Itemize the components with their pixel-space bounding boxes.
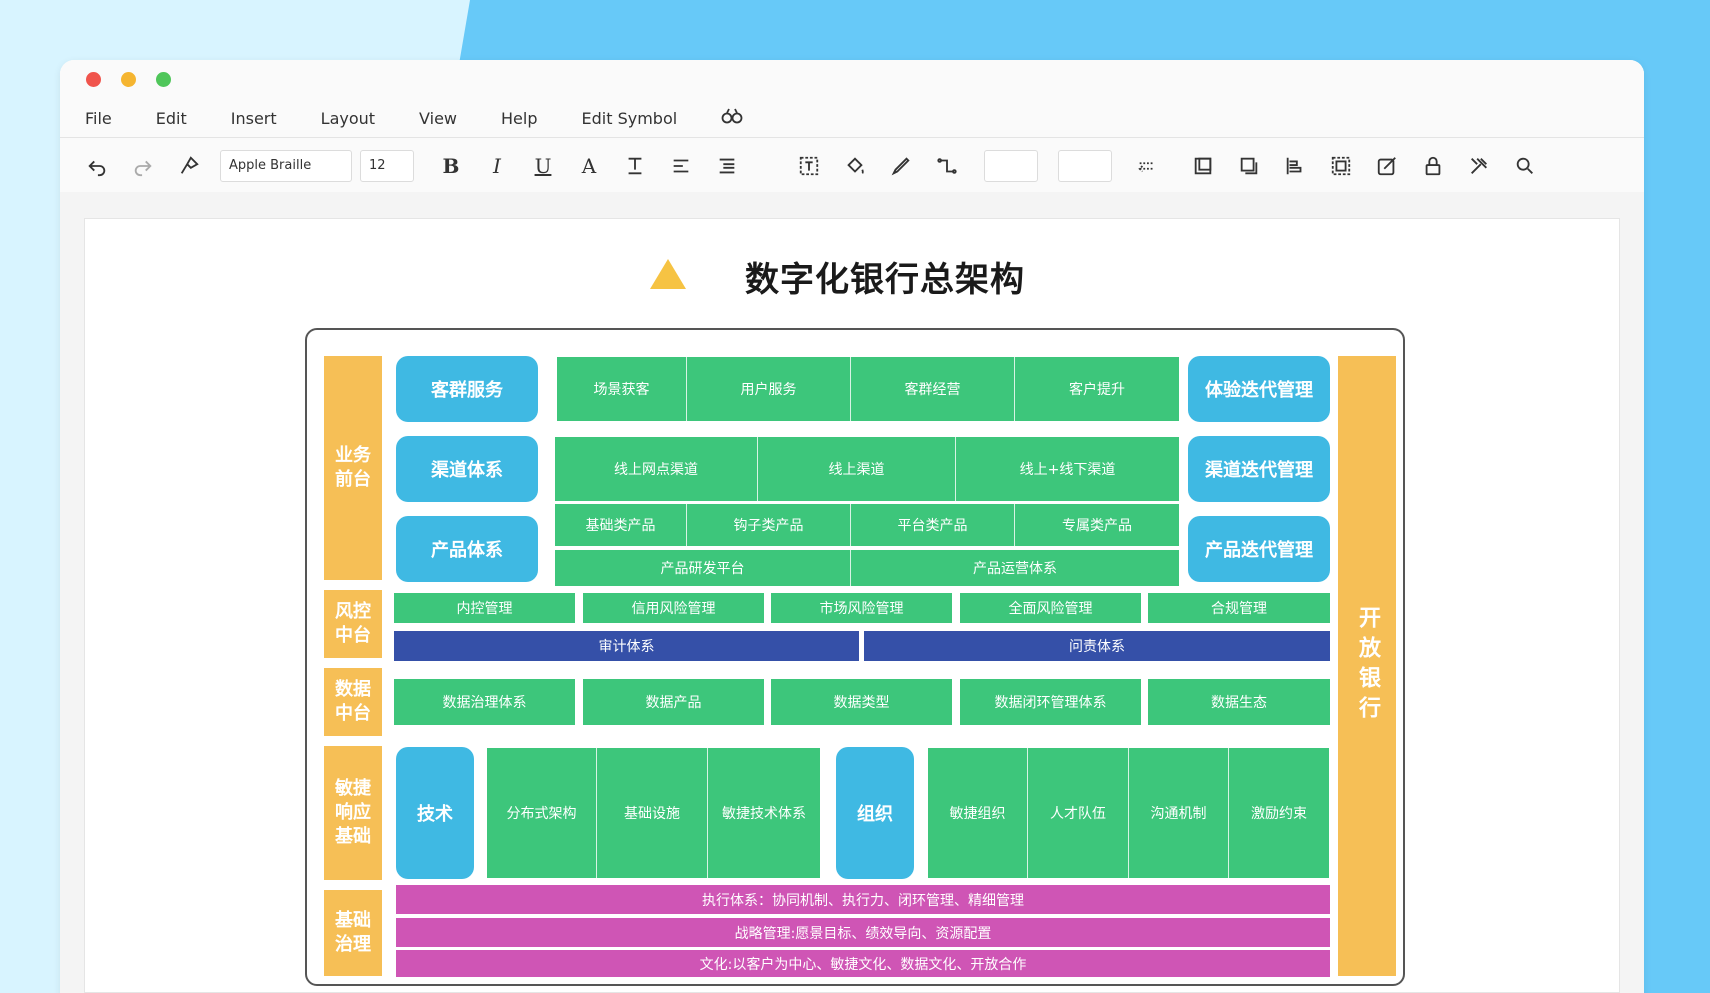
text-box-icon[interactable] [794, 151, 824, 181]
cell-data-2: 数据产品 [583, 679, 764, 725]
cell-data-5: 数据生态 [1148, 679, 1330, 725]
layer-data-label: 数据 中台 [324, 668, 382, 736]
gov-strategy: 战略管理:愿景目标、绩效导向、资源配置 [396, 918, 1330, 947]
cell-risk-1: 内控管理 [394, 593, 575, 623]
layer-risk-label: 风控 中台 [324, 590, 382, 658]
edit-shape-icon[interactable] [1372, 151, 1402, 181]
font-size-input[interactable]: 12 [360, 149, 414, 182]
cell-org-4: 激励约束 [1229, 748, 1329, 878]
binoculars-icon[interactable] [721, 107, 743, 130]
line-width-input[interactable] [984, 149, 1038, 182]
cell-data-4: 数据闭环管理体系 [960, 679, 1141, 725]
line-spacing-icon[interactable] [712, 151, 742, 181]
align-left-icon[interactable] [1280, 151, 1310, 181]
underline-icon[interactable]: U [528, 151, 558, 181]
pen-icon[interactable] [886, 151, 916, 181]
cell-tech-2: 基础设施 [597, 748, 708, 878]
text-style-icon[interactable] [620, 151, 650, 181]
menu-insert[interactable]: Insert [231, 109, 277, 128]
cap-customer-service: 客群服务 [396, 356, 538, 422]
cell-accountability: 问责体系 [864, 631, 1330, 661]
cell-tech-1: 分布式架构 [487, 748, 597, 878]
cap-org: 组织 [836, 747, 914, 879]
cell-front-r3-2: 钩子类产品 [687, 504, 851, 546]
open-bank-label: 开放银行 [1338, 356, 1396, 976]
align-icon[interactable] [666, 151, 696, 181]
menu-bar: File Edit Insert Layout View Help Edit S… [60, 100, 1644, 138]
gov-culture: 文化:以客户为中心、敏捷文化、数据文化、开放合作 [396, 950, 1330, 977]
cell-front-r4-1: 产品研发平台 [555, 550, 851, 586]
triangle-icon [650, 259, 686, 289]
font-family-select[interactable]: Apple Braille [220, 149, 352, 182]
cell-risk-5: 合规管理 [1148, 593, 1330, 623]
fill-icon[interactable] [840, 151, 870, 181]
cap-channel-iteration: 渠道迭代管理 [1188, 436, 1330, 502]
maximize-window-button[interactable] [156, 72, 171, 87]
diagram-title: 数字化银行总架构 [745, 260, 1025, 300]
gov-execution: 执行体系：协同机制、执行力、闭环管理、精细管理 [396, 885, 1330, 914]
cell-front-r1-3: 客群经营 [851, 357, 1015, 421]
cell-risk-2: 信用风险管理 [583, 593, 764, 623]
menu-view[interactable]: View [419, 109, 457, 128]
shadow-icon[interactable] [1234, 151, 1264, 181]
cell-org-3: 沟通机制 [1129, 748, 1229, 878]
cell-front-r4-2: 产品运营体系 [851, 550, 1179, 586]
tools-icon[interactable] [1464, 151, 1494, 181]
redo-icon[interactable] [128, 151, 158, 181]
title-bar [60, 60, 1644, 100]
menu-layout[interactable]: Layout [321, 109, 375, 128]
menu-edit[interactable]: Edit [156, 109, 187, 128]
menu-file[interactable]: File [85, 109, 112, 128]
layer-front-label: 业务 前台 [324, 356, 382, 580]
cell-front-r3-3: 平台类产品 [851, 504, 1015, 546]
close-window-button[interactable] [86, 72, 101, 87]
cell-front-r1-2: 用户服务 [687, 357, 851, 421]
format-painter-icon[interactable] [174, 151, 204, 181]
line-style-input[interactable] [1058, 149, 1112, 182]
cell-front-r2-1: 线上网点渠道 [555, 437, 758, 501]
cell-front-r2-3: 线上+线下渠道 [956, 437, 1179, 501]
cell-tech-3: 敏捷技术体系 [708, 748, 820, 878]
cell-risk-4: 全面风险管理 [960, 593, 1141, 623]
cell-org-1: 敏捷组织 [928, 748, 1028, 878]
cell-front-r1-1: 场景获客 [557, 357, 687, 421]
cap-channel-system: 渠道体系 [396, 436, 538, 502]
cap-experience-iteration: 体验迭代管理 [1188, 356, 1330, 422]
cell-org-2: 人才队伍 [1028, 748, 1129, 878]
group-icon[interactable] [1326, 151, 1356, 181]
layer-gov-label: 基础 治理 [324, 890, 382, 976]
undo-icon[interactable] [82, 151, 112, 181]
toolbar: Apple Braille 12 B I U A [60, 138, 1644, 194]
italic-icon[interactable]: I [482, 151, 512, 181]
font-color-icon[interactable]: A [574, 151, 604, 181]
cap-product-iteration: 产品迭代管理 [1188, 516, 1330, 582]
connector-icon[interactable] [932, 151, 962, 181]
cap-tech: 技术 [396, 747, 474, 879]
menu-edit-symbol[interactable]: Edit Symbol [582, 109, 678, 128]
bold-icon[interactable]: B [436, 151, 466, 181]
cell-audit: 审计体系 [394, 631, 859, 661]
search-icon[interactable] [1510, 151, 1540, 181]
cell-data-3: 数据类型 [771, 679, 952, 725]
arrow-style-icon[interactable] [1132, 151, 1162, 181]
cell-data-1: 数据治理体系 [394, 679, 575, 725]
cell-front-r3-4: 专属类产品 [1015, 504, 1179, 546]
cell-front-r2-2: 线上渠道 [758, 437, 956, 501]
menu-help[interactable]: Help [501, 109, 537, 128]
lock-icon[interactable] [1418, 151, 1448, 181]
cell-risk-3: 市场风险管理 [771, 593, 952, 623]
cell-front-r3-1: 基础类产品 [555, 504, 687, 546]
minimize-window-button[interactable] [121, 72, 136, 87]
cap-product-system: 产品体系 [396, 516, 538, 582]
bring-front-icon[interactable] [1188, 151, 1218, 181]
layer-agile-label: 敏捷 响应 基础 [324, 746, 382, 880]
cell-front-r1-4: 客户提升 [1015, 357, 1179, 421]
